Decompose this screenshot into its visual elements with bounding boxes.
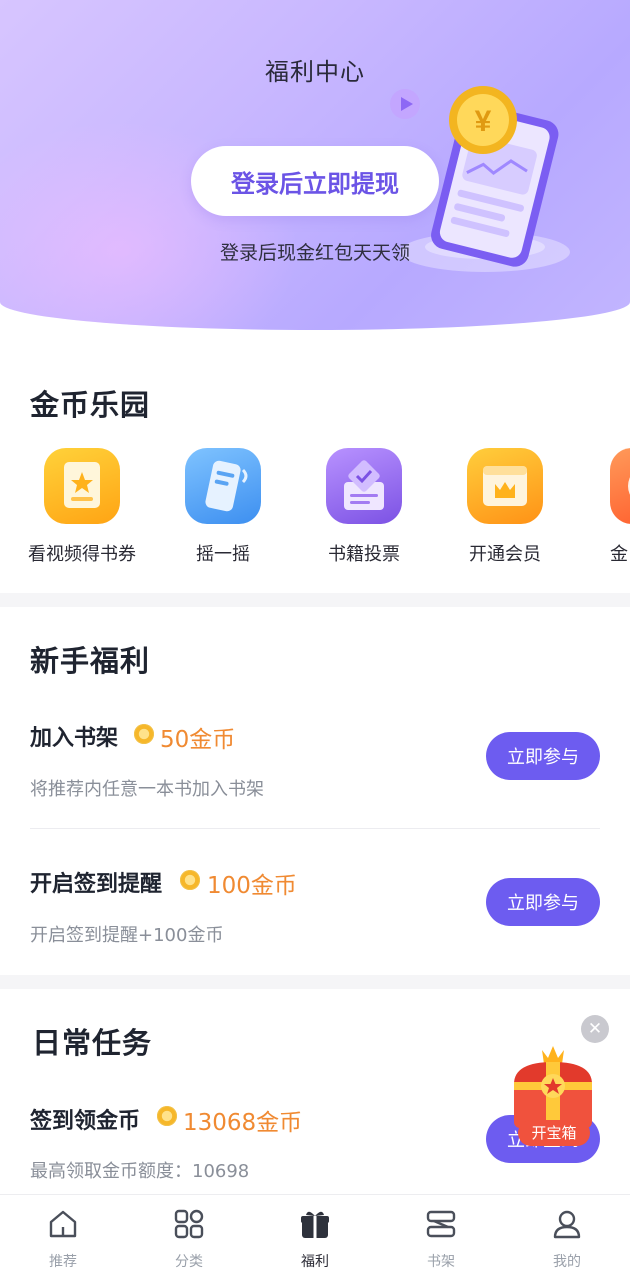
- coin-item-video-voucher[interactable]: 看视频得书券: [12, 448, 152, 566]
- grid-icon: [174, 1209, 204, 1239]
- section-divider: [0, 593, 630, 607]
- coin-item-label: 金: [610, 544, 628, 565]
- newbie-welfare-title: 新手福利: [30, 644, 151, 678]
- coin-item-label: 开通会员: [469, 544, 541, 565]
- ticket-star-icon: [44, 448, 120, 524]
- task-description: 最高领取金币额度：10698: [30, 1161, 250, 1182]
- gold-coin-icon: [180, 870, 200, 890]
- nav-tab-bookshelf[interactable]: 书架: [378, 1195, 504, 1280]
- crown-card-icon: [467, 448, 543, 524]
- task-reward: 13068金币: [183, 1110, 303, 1136]
- login-subtitle: 登录后现金红包天天领: [219, 242, 410, 264]
- task-description: 开启签到提醒+100金币: [30, 925, 224, 946]
- nav-label: 福利: [301, 1254, 329, 1270]
- task-reward: 50金币: [160, 727, 236, 753]
- task-title: 签到领金币: [30, 1109, 141, 1134]
- close-icon[interactable]: ✕: [581, 1015, 609, 1043]
- daily-tasks-title: 日常任务: [32, 1026, 153, 1060]
- coin-item-shake[interactable]: 摇一摇: [153, 448, 293, 566]
- join-now-button[interactable]: 立即参与: [486, 732, 600, 780]
- coin-item-membership[interactable]: 开通会员: [435, 448, 575, 566]
- coin-item-partial[interactable]: 金: [576, 448, 630, 566]
- coin-item-label: 看视频得书券: [28, 544, 136, 565]
- coin-item-book-vote[interactable]: 书籍投票: [294, 448, 434, 566]
- nav-tab-mine[interactable]: 我的: [504, 1195, 630, 1280]
- coin-item-label: 书籍投票: [328, 544, 400, 565]
- row-divider: [30, 828, 600, 829]
- section-divider: [0, 975, 630, 989]
- join-now-button[interactable]: 立即参与: [486, 878, 600, 926]
- open-treasure-label[interactable]: 开宝箱: [518, 1120, 590, 1146]
- coin-park-title: 金币乐园: [30, 388, 151, 422]
- gold-coin-icon: [134, 724, 154, 744]
- phone-shake-icon: [185, 448, 261, 524]
- bottom-nav: 推荐 分类 福利 书架 我的: [0, 1194, 630, 1280]
- user-icon: [553, 1210, 581, 1239]
- task-title: 加入书架: [30, 726, 119, 751]
- bookshelf-icon: [426, 1210, 456, 1238]
- gift-icon: [301, 1211, 329, 1238]
- nav-label: 我的: [553, 1254, 581, 1270]
- nav-tab-welfare[interactable]: 福利: [252, 1195, 378, 1280]
- home-icon: [49, 1210, 77, 1238]
- nav-label: 分类: [175, 1254, 203, 1270]
- gold-coin-icon: [157, 1106, 177, 1126]
- task-description: 将推荐内任意一本书加入书架: [30, 779, 264, 800]
- nav-tab-category[interactable]: 分类: [126, 1195, 252, 1280]
- nav-tab-recommend[interactable]: 推荐: [0, 1195, 126, 1280]
- coin-icon: [610, 448, 630, 524]
- svg-text:¥: ¥: [475, 105, 492, 138]
- welfare-header: 福利中心 ¥ 登录后立即提现 登录后现金红包天天领: [0, 0, 630, 330]
- task-reward: 100金币: [207, 873, 297, 899]
- vote-box-icon: [326, 448, 402, 524]
- nav-label: 书架: [427, 1254, 455, 1270]
- login-withdraw-button[interactable]: 登录后立即提现: [191, 146, 439, 216]
- coin-item-label: 摇一摇: [196, 544, 250, 565]
- task-title: 开启签到提醒: [30, 872, 163, 897]
- nav-label: 推荐: [49, 1254, 77, 1270]
